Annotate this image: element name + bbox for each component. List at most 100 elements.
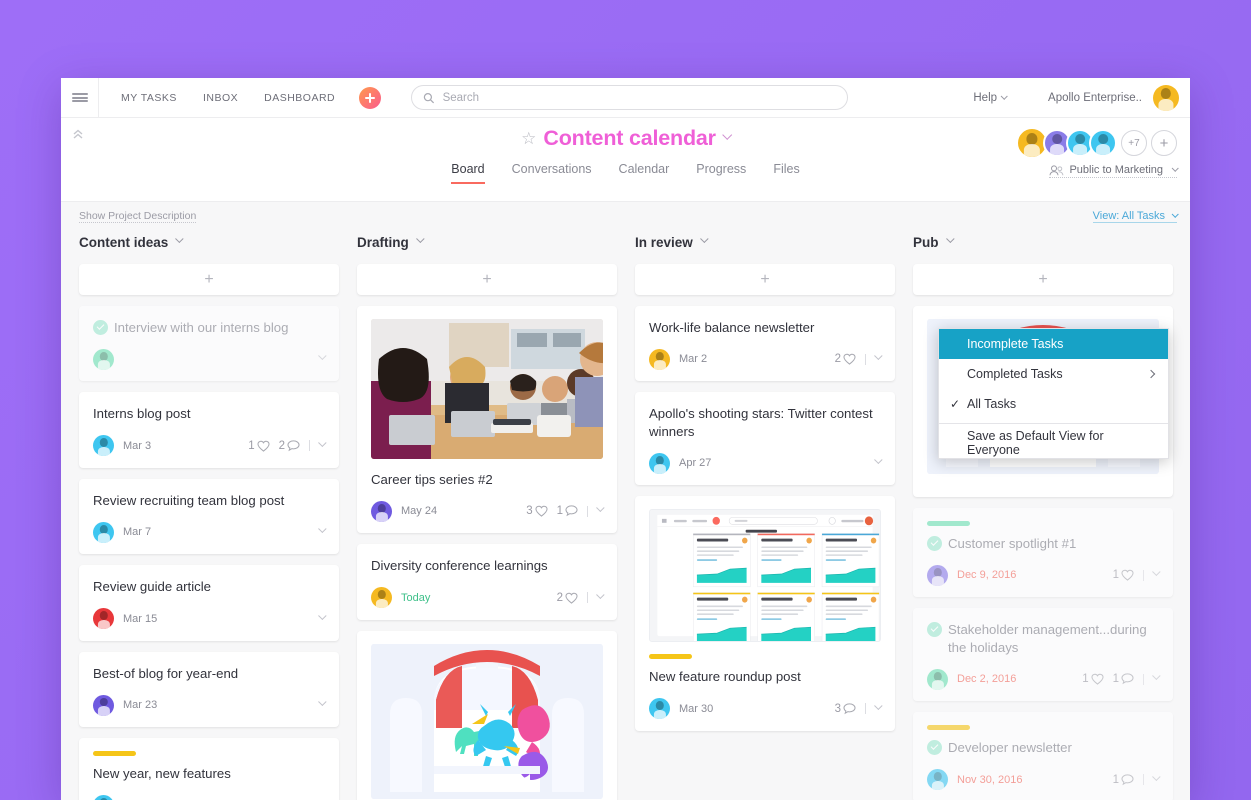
chevron-down-icon[interactable]	[596, 503, 605, 513]
member-overflow-count[interactable]: +7	[1121, 130, 1147, 156]
task-card[interactable]: Review recruiting team blog post Mar 7	[79, 478, 339, 555]
task-card[interactable]: New year, new features Jan 6 1	[79, 738, 339, 800]
menu-item-all-tasks[interactable]: ✓ All Tasks	[939, 389, 1168, 419]
like-count[interactable]: 2	[835, 353, 856, 365]
task-card[interactable]: Apollo's shooting stars: Twitter contest…	[635, 392, 895, 486]
avatar-assignee[interactable]	[371, 587, 392, 609]
tab-files[interactable]: Files	[773, 162, 799, 184]
task-card[interactable]: Stakeholder management...during the holi…	[913, 608, 1173, 702]
chevron-down-icon[interactable]	[175, 234, 184, 244]
view-filter-link[interactable]: View: All Tasks	[1092, 210, 1179, 223]
like-count[interactable]: 1	[1113, 569, 1134, 581]
column-header[interactable]: Content ideas	[79, 229, 339, 255]
chevron-down-icon[interactable]	[1152, 772, 1161, 781]
task-card[interactable]: Career tips series #2 May 24 3 1	[357, 306, 617, 534]
avatar-assignee[interactable]	[649, 452, 670, 474]
avatar-assignee[interactable]	[649, 698, 670, 720]
show-project-description-link[interactable]: Show Project Description	[79, 210, 197, 223]
nav-dashboard[interactable]: DASHBOARD	[264, 92, 335, 104]
avatar-assignee[interactable]	[93, 608, 114, 630]
add-task-button[interactable]: +	[79, 264, 339, 295]
tab-progress[interactable]: Progress	[696, 162, 746, 184]
task-card[interactable]: Diversity conference learnings Today 2	[357, 544, 617, 620]
page-title[interactable]: Content calendar	[543, 126, 716, 151]
comment-count[interactable]: 2	[279, 440, 300, 452]
task-due-date: Mar 7	[123, 526, 152, 539]
comment-count[interactable]: 1	[1113, 673, 1134, 685]
hamburger-icon[interactable]	[61, 78, 99, 117]
add-member-icon[interactable]: +	[1151, 130, 1177, 156]
org-switcher[interactable]: Apollo Enterprise..	[1048, 92, 1142, 104]
comment-count-value: 2	[278, 439, 285, 452]
avatar-member[interactable]	[1089, 129, 1117, 157]
chevron-down-icon[interactable]	[318, 351, 327, 361]
add-task-button[interactable]: +	[357, 264, 617, 295]
like-count-value: 2	[556, 591, 563, 604]
avatar-current-user[interactable]	[1153, 84, 1179, 111]
avatar-assignee[interactable]	[927, 668, 948, 690]
comment-count[interactable]: 1	[1113, 774, 1134, 786]
nav-inbox[interactable]: INBOX	[203, 92, 238, 104]
like-count[interactable]: 1	[1082, 673, 1104, 685]
add-task-button[interactable]: +	[635, 264, 895, 295]
like-count[interactable]: 1	[248, 440, 270, 452]
search-box[interactable]	[411, 85, 849, 110]
menu-item-incomplete-tasks[interactable]: Incomplete Tasks	[939, 329, 1168, 359]
chevron-down-icon[interactable]	[945, 234, 955, 244]
completed-check-icon[interactable]	[93, 320, 108, 335]
task-card[interactable]: Interns blog post Mar 3 1 2	[79, 392, 339, 468]
avatar-assignee[interactable]	[927, 769, 948, 791]
avatar-assignee[interactable]	[371, 500, 392, 522]
chevron-down-icon[interactable]	[1152, 567, 1161, 577]
tab-board[interactable]: Board	[451, 162, 485, 184]
task-card[interactable]: Developer newsletter Nov 30, 2016 1	[913, 712, 1173, 800]
column-header[interactable]: Pub	[913, 229, 1173, 255]
search-input[interactable]	[442, 91, 837, 104]
completed-check-icon[interactable]	[927, 740, 942, 756]
avatar-assignee[interactable]	[93, 521, 114, 543]
chevron-down-icon[interactable]	[318, 697, 327, 707]
avatar-assignee[interactable]	[93, 348, 114, 370]
chevron-down-icon[interactable]	[874, 455, 883, 465]
task-card[interactable]	[357, 630, 617, 800]
avatar-assignee[interactable]	[927, 564, 948, 586]
chevron-down-icon[interactable]	[874, 351, 883, 361]
avatar-assignee[interactable]	[649, 348, 670, 370]
tab-calendar[interactable]: Calendar	[619, 162, 670, 184]
column-header[interactable]: In review	[635, 229, 895, 255]
chevron-down-icon[interactable]	[874, 701, 883, 710]
task-card[interactable]: Customer spotlight #1 Dec 9, 2016 1	[913, 508, 1173, 598]
task-card[interactable]: Work-life balance newsletter Mar 2 2	[635, 306, 895, 382]
avatar-assignee[interactable]	[93, 795, 114, 800]
column-header[interactable]: Drafting	[357, 229, 617, 255]
chevron-down-icon[interactable]	[722, 130, 732, 140]
quick-add-button[interactable]	[359, 86, 382, 109]
menu-item-save-default-view[interactable]: Save as Default View for Everyone	[939, 428, 1168, 458]
star-icon[interactable]: ☆	[521, 130, 536, 147]
completed-check-icon[interactable]	[927, 622, 942, 638]
chevron-down-icon[interactable]	[318, 524, 327, 534]
chevron-down-icon[interactable]	[1152, 671, 1161, 681]
task-card[interactable]: New feature roundup post Mar 30 3	[635, 496, 895, 731]
like-count[interactable]: 2	[557, 592, 578, 604]
chevron-down-icon[interactable]	[699, 234, 709, 244]
task-card[interactable]: Review guide article Mar 15	[79, 565, 339, 641]
tab-conversations[interactable]: Conversations	[512, 162, 592, 184]
menu-item-completed-tasks[interactable]: Completed Tasks	[939, 359, 1168, 389]
add-task-button[interactable]: +	[913, 264, 1173, 295]
avatar-assignee[interactable]	[93, 694, 114, 716]
avatar-assignee[interactable]	[93, 435, 114, 457]
chevron-down-icon[interactable]	[318, 611, 327, 620]
chevron-down-icon[interactable]	[596, 590, 605, 599]
task-card[interactable]: Best-of blog for year-end Mar 23	[79, 651, 339, 728]
project-privacy[interactable]: Public to Marketing	[1049, 164, 1179, 178]
task-card[interactable]: Interview with our interns blog	[79, 306, 339, 382]
help-menu[interactable]: Help	[973, 92, 1008, 104]
comment-count[interactable]: 1	[557, 505, 578, 517]
chevron-down-icon[interactable]	[318, 438, 327, 447]
nav-my-tasks[interactable]: MY TASKS	[121, 92, 177, 104]
comment-count[interactable]: 3	[835, 703, 856, 715]
chevron-down-icon[interactable]	[415, 234, 425, 244]
like-count[interactable]: 3	[526, 505, 548, 517]
completed-check-icon[interactable]	[927, 536, 942, 551]
